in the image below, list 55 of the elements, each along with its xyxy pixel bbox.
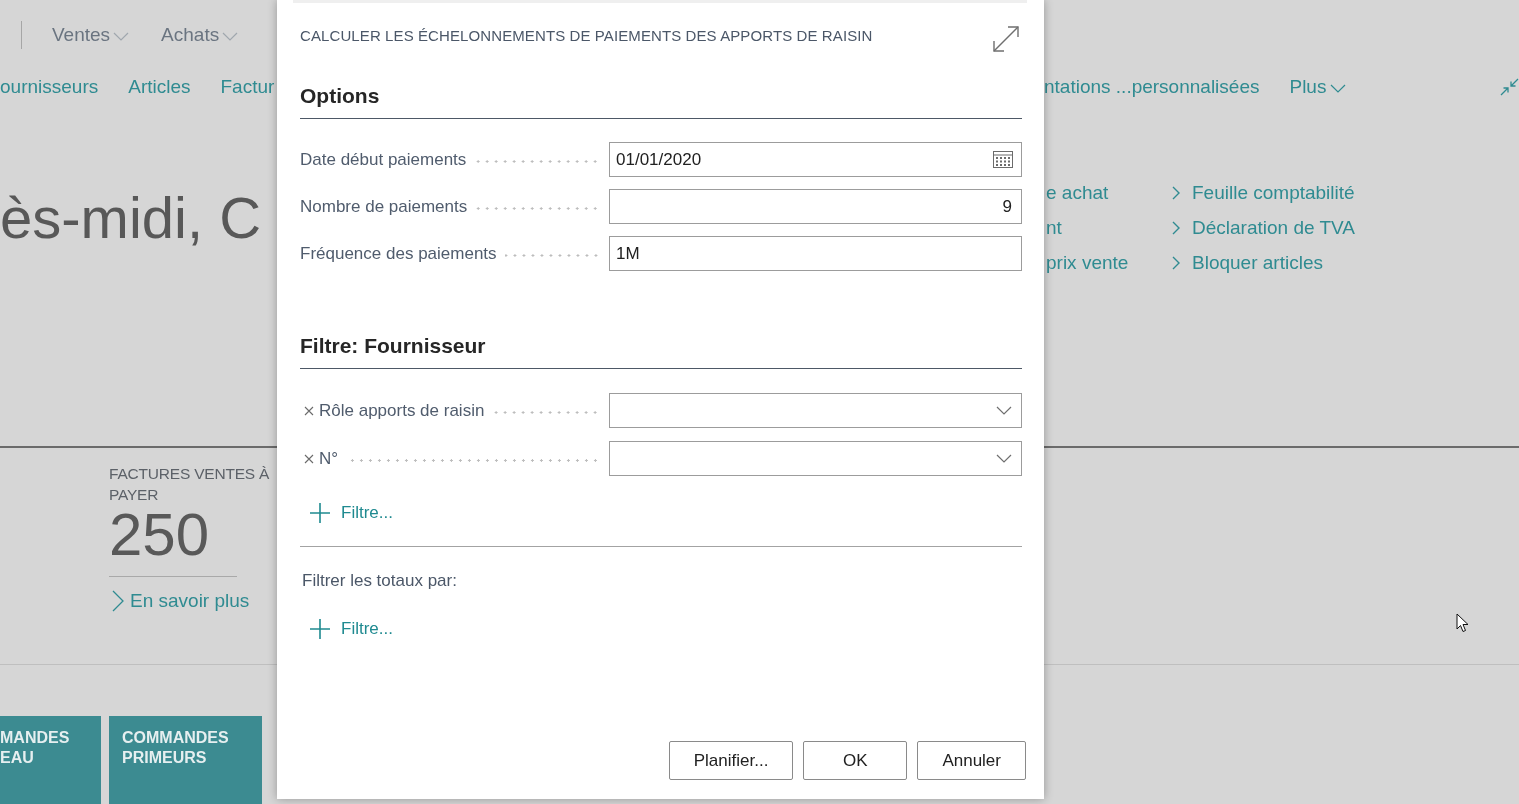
action-link[interactable]: e achat <box>1046 175 1109 210</box>
chevron-down-icon <box>113 31 130 41</box>
section-heading: Filtre: Fournisseur <box>300 334 486 357</box>
nav-link[interactable]: ournisseurs <box>0 76 99 98</box>
calendar-icon[interactable] <box>993 150 1013 168</box>
action-link[interactable]: prix vente <box>1046 245 1129 280</box>
nav-link[interactable]: Articles <box>128 76 191 98</box>
more-menu[interactable]: Plus <box>1289 76 1347 98</box>
filter-label: N° <box>319 448 339 469</box>
greeting-heading: ès-midi, C <box>0 184 262 252</box>
tile[interactable]: COMMANDES PRIMEURS <box>109 716 262 804</box>
add-filter-button[interactable]: Filtre... <box>300 498 393 528</box>
section-heading: Options <box>300 84 380 107</box>
tile[interactable]: MANDES EAU <box>0 716 101 804</box>
dialog-title: CALCULER LES ÉCHELONNEMENTS DE PAIEMENTS DES APPORTS DE RAISIN <box>300 26 873 44</box>
filter-label: Rôle apports de raisin <box>319 400 485 421</box>
cursor-icon <box>1456 613 1469 633</box>
dialog-button[interactable]: OK <box>803 741 908 780</box>
plus-icon <box>310 503 330 523</box>
nav-menu[interactable]: Ventes <box>52 24 130 46</box>
dropdown-field[interactable] <box>609 393 1022 428</box>
nav-link[interactable]: ntations ...personnalisées <box>1044 76 1260 98</box>
field-label: Fréquence des paiements <box>300 243 497 264</box>
chevron-down-icon <box>222 31 239 41</box>
chevron-down-icon <box>996 406 1012 415</box>
add-filter-button[interactable]: Filtre... <box>300 614 393 644</box>
action-link[interactable]: Bloquer articles <box>1172 245 1323 280</box>
text-field[interactable]: 1M <box>609 236 1022 271</box>
date-field[interactable]: 01/01/2020 <box>609 142 1022 177</box>
chevron-right-icon <box>1172 255 1180 270</box>
chevron-right-icon <box>1172 185 1180 200</box>
number-field[interactable]: 9 <box>609 189 1022 224</box>
totals-label: Filtrer les totaux par: <box>301 570 457 592</box>
chevron-down-icon <box>996 454 1012 463</box>
action-link[interactable]: Déclaration de TVA <box>1172 210 1355 245</box>
nav-menu[interactable]: Achats <box>161 24 239 46</box>
close-icon[interactable] <box>304 405 314 416</box>
close-icon[interactable] <box>304 453 314 464</box>
learn-more-link[interactable]: En savoir plus <box>109 589 250 613</box>
chevron-right-icon <box>112 590 124 612</box>
plus-icon <box>310 619 330 639</box>
action-link[interactable]: Feuille comptabilité <box>1172 175 1355 210</box>
cue-title: FACTURES VENTES À PAYER <box>109 464 271 505</box>
chevron-right-icon <box>1172 220 1180 235</box>
field-label: Nombre de paiements <box>300 196 468 217</box>
dialog-button[interactable]: Planifier... <box>668 741 794 780</box>
chevron-down-icon <box>1330 84 1347 93</box>
field-label: Date début paiements <box>300 149 467 170</box>
dropdown-field[interactable] <box>609 441 1022 476</box>
collapse-icon[interactable] <box>1500 78 1519 96</box>
expand-icon[interactable] <box>992 25 1020 53</box>
cue-value[interactable]: 250 <box>109 503 210 567</box>
dialog-button[interactable]: Annuler <box>917 741 1026 780</box>
nav-link[interactable]: Factur <box>220 76 275 98</box>
action-link[interactable]: nt <box>1046 210 1062 245</box>
